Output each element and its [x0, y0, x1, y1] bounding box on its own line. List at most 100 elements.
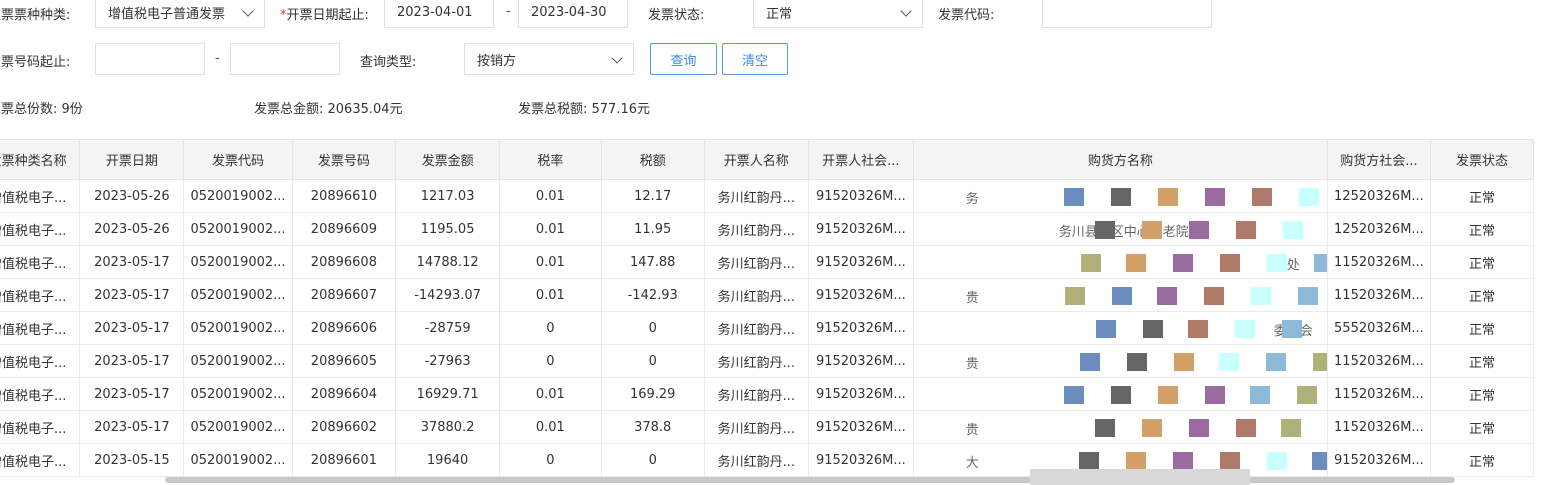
table-cell: 11520326M... — [1326, 344, 1431, 378]
redaction-block — [1125, 254, 1146, 272]
table-cell: 2023-05-17 — [79, 245, 185, 279]
redaction-block — [1281, 320, 1302, 338]
summary-tax: 发票总税额: 577.16元 — [518, 102, 650, 117]
redaction-block — [1234, 320, 1255, 338]
table-cell: 增值税电子... — [0, 443, 81, 477]
table-cell: 0520019002... — [183, 311, 293, 345]
table-cell: 91520326M... — [807, 443, 914, 477]
table-cell: 12520326M... — [1326, 179, 1431, 213]
invoice-type-label: 发票票种种类: — [0, 8, 71, 23]
redaction-block — [1080, 254, 1101, 272]
redaction-block — [1079, 353, 1100, 371]
invoice-type-select[interactable]: 增值税电子普通发票 — [95, 0, 265, 28]
table-cell: 务川红韵丹... — [703, 278, 809, 312]
column-header: 税额 — [600, 139, 705, 180]
table-cell: 37880.2 — [395, 410, 500, 444]
redaction-block — [1173, 353, 1194, 371]
table-cell: 2023-05-17 — [79, 410, 185, 444]
query-type-select[interactable]: 按销方 — [464, 43, 634, 75]
number-separator: - — [215, 51, 220, 66]
redaction-block — [1172, 254, 1193, 272]
clear-button[interactable]: 清空 — [722, 43, 788, 75]
table-cell: -142.93 — [600, 278, 705, 312]
table-body: 增值税电子...2023-05-260520019002...208966101… — [0, 179, 1535, 477]
redaction-block — [1094, 419, 1115, 437]
table-cell: -14293.07 — [395, 278, 500, 312]
table-cell: 0 — [600, 311, 705, 345]
date-separator: - — [506, 4, 511, 19]
column-header: 发票种类名称 — [0, 139, 81, 180]
table-row[interactable]: 增值税电子...2023-05-170520019002...20896607-… — [0, 278, 1535, 312]
table-cell: 20896605 — [291, 344, 397, 378]
table-cell: 19640 — [395, 443, 500, 477]
date-to-value: 2023-04-30 — [531, 4, 607, 20]
table-cell: 正常 — [1429, 344, 1535, 378]
table-row[interactable]: 增值税电子...2023-05-170520019002...208966041… — [0, 377, 1535, 411]
table-cell: 0.01 — [498, 179, 602, 213]
code-label: 发票代码: — [938, 8, 995, 23]
code-input[interactable] — [1042, 0, 1212, 28]
table-cell: 0 — [600, 443, 705, 477]
date-from-input[interactable]: 2023-04-01 — [384, 0, 494, 28]
table-row[interactable]: 增值税电子...2023-05-260520019002...208966091… — [0, 212, 1535, 246]
summary-amount: 发票总金额: 20635.04元 — [254, 102, 403, 117]
buyer-name-text: 贵 — [965, 357, 979, 372]
table-cell: 0520019002... — [183, 245, 293, 279]
query-button[interactable]: 查询 — [650, 43, 717, 75]
table-cell: 169.29 — [600, 377, 705, 411]
number-to-input[interactable] — [230, 43, 340, 75]
invoice-type-value: 增值税电子普通发票 — [108, 6, 226, 22]
table-cell: 91520326M... — [807, 179, 914, 213]
column-header: 发票状态 — [1429, 139, 1535, 180]
redaction-block — [1250, 287, 1271, 305]
table-row[interactable]: 增值税电子...2023-05-260520019002...208966101… — [0, 179, 1535, 213]
table-cell: 147.88 — [600, 245, 705, 279]
redaction-block — [1219, 254, 1240, 272]
table-cell: 正常 — [1429, 212, 1535, 246]
table-row[interactable]: 增值税电子...2023-05-150520019002...208966011… — [0, 443, 1535, 477]
status-select[interactable]: 正常 — [753, 0, 923, 28]
table-cell: 91520326M... — [807, 278, 914, 312]
table-cell: 增值税电子... — [0, 311, 81, 345]
table-cell: 2023-05-17 — [79, 377, 185, 411]
redaction-block — [1094, 221, 1115, 239]
table-cell — [912, 377, 1328, 411]
redaction-block — [1280, 419, 1301, 437]
table-row[interactable]: 增值税电子...2023-05-170520019002...208966023… — [0, 410, 1535, 444]
redaction-block — [1251, 188, 1272, 206]
table-cell: 2023-05-15 — [79, 443, 185, 477]
table-cell: 20896609 — [291, 212, 397, 246]
table-row[interactable]: 增值税电子...2023-05-170520019002...20896606-… — [0, 311, 1535, 345]
redaction-block — [1219, 452, 1240, 470]
table-cell: 55520326M... — [1326, 311, 1431, 345]
redaction-block — [1282, 221, 1303, 239]
table-cell: 务 — [912, 179, 1328, 213]
date-to-input[interactable]: 2023-04-30 — [518, 0, 628, 28]
redaction-block — [1126, 353, 1147, 371]
redaction-block — [1187, 320, 1208, 338]
table-cell: 20896604 — [291, 377, 397, 411]
table-cell: 11520326M... — [1326, 410, 1431, 444]
redaction-block — [1110, 386, 1131, 404]
table-cell: 2023-05-17 — [79, 344, 185, 378]
date-range-label-text: 开票日期起止: — [286, 8, 369, 23]
redaction-block — [1063, 386, 1084, 404]
table-cell: 11520326M... — [1326, 377, 1431, 411]
table-cell: 378.8 — [600, 410, 705, 444]
table-cell: 正常 — [1429, 179, 1535, 213]
horizontal-scrollbar[interactable] — [165, 477, 1455, 483]
table-cell: 1217.03 — [395, 179, 500, 213]
column-header: 税率 — [498, 139, 602, 180]
table-row[interactable]: 增值税电子...2023-05-170520019002...20896605-… — [0, 344, 1535, 378]
column-header: 发票代码 — [183, 139, 293, 180]
table-cell: 0520019002... — [183, 278, 293, 312]
table-row[interactable]: 增值税电子...2023-05-170520019002...208966081… — [0, 245, 1535, 279]
table-cell: 务川红韵丹... — [703, 179, 809, 213]
table-cell: 委员会 — [912, 311, 1328, 345]
table-header-row: 发票种类名称开票日期发票代码发票号码发票金额税率税额开票人名称开票人社会...购… — [0, 139, 1535, 180]
redaction-block — [1095, 320, 1116, 338]
redaction-block — [1297, 287, 1318, 305]
redaction-block — [1172, 452, 1193, 470]
number-from-input[interactable] — [95, 43, 205, 75]
scrollbar-thumb[interactable] — [1030, 469, 1250, 485]
